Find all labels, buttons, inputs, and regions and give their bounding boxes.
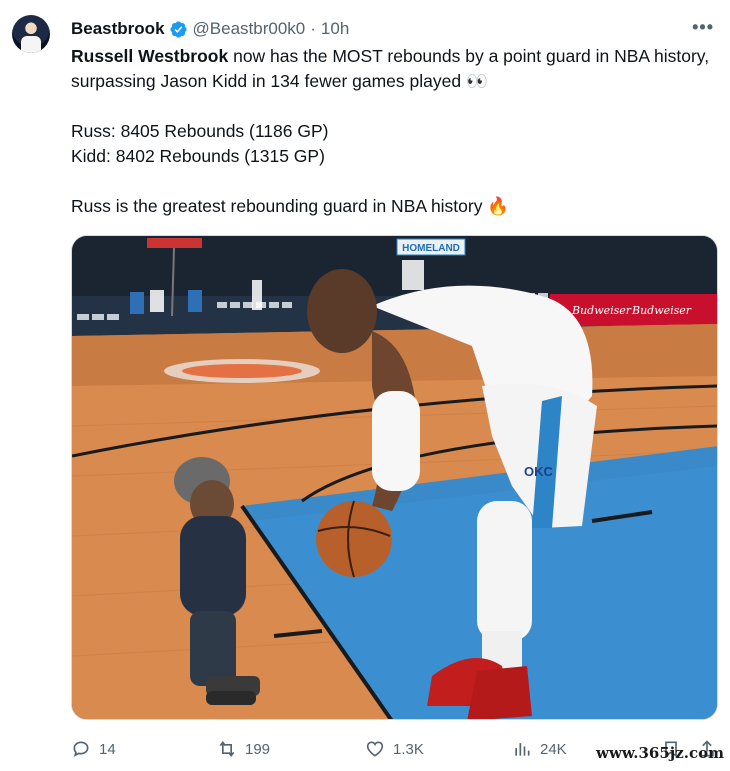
jersey-logo: OKC — [524, 464, 554, 479]
tweet-line-1: Russell Westbrook now has the MOST rebou… — [71, 44, 711, 94]
tweet-media-image[interactable]: HOMELAND Budweiser Budweiser OKC — [71, 235, 718, 720]
repost-button[interactable]: 199 — [217, 739, 270, 759]
like-button[interactable]: 1.3K — [365, 739, 424, 759]
author-handle[interactable]: @Beastbr00k0 — [193, 19, 306, 39]
reply-button[interactable]: 14 — [71, 739, 116, 759]
tweet-text: Russell Westbrook now has the MOST rebou… — [71, 44, 711, 219]
repost-icon — [219, 740, 235, 758]
author-name[interactable]: Beastbrook — [71, 19, 165, 39]
svg-text:Budweiser: Budweiser — [631, 304, 692, 317]
tweet-line-4: Russ is the greatest rebounding guard in… — [71, 196, 510, 216]
separator-dot: · — [310, 19, 316, 38]
site-watermark: www.365jz.com — [596, 744, 724, 762]
basketball-court-photo: HOMELAND Budweiser Budweiser OKC — [72, 236, 717, 719]
homeland-sign: HOMELAND — [402, 243, 460, 254]
like-count: 1.3K — [393, 740, 424, 758]
author-avatar[interactable] — [12, 15, 50, 53]
more-options-icon[interactable]: ••• — [692, 17, 714, 38]
views-button[interactable]: 24K — [512, 739, 567, 759]
views-count: 24K — [540, 740, 567, 758]
reply-icon — [73, 741, 89, 757]
views-chart-icon — [515, 743, 530, 756]
tweet-line-3: Kidd: 8402 Rebounds (1315 GP) — [71, 146, 325, 166]
tweet-line-2: Russ: 8405 Rebounds (1186 GP) — [71, 121, 329, 141]
mention-russell-westbrook: Russell Westbrook — [71, 46, 229, 66]
heart-icon — [366, 741, 384, 757]
reply-count: 14 — [99, 740, 116, 758]
tweet-header: Beastbrook @Beastbr00k0 · 10h ••• — [71, 17, 714, 41]
courtside-ad: Budweiser — [571, 304, 632, 317]
repost-count: 199 — [245, 740, 271, 758]
tweet-timestamp[interactable]: 10h — [321, 19, 349, 39]
verified-badge-icon — [169, 20, 187, 38]
